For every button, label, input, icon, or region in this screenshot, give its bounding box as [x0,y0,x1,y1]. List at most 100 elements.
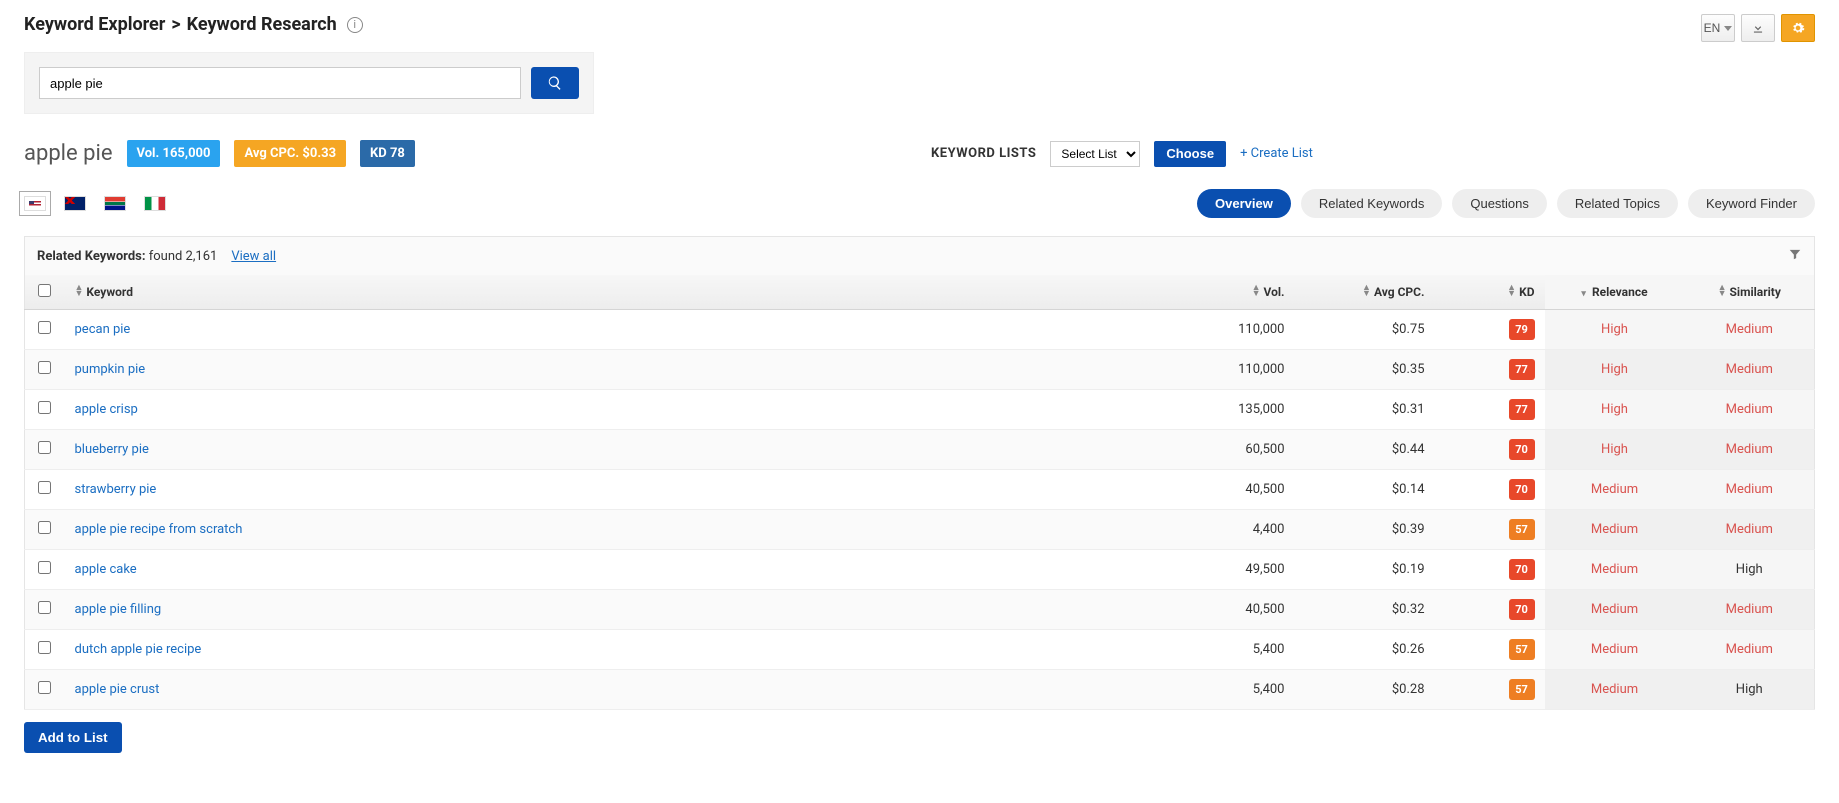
cell-volume: 40,500 [1165,470,1295,510]
breadcrumb-sep: > [171,14,180,35]
keyword-link[interactable]: apple pie crust [75,682,160,697]
cell-relevance: High [1545,430,1685,470]
cell-cpc: $0.26 [1295,630,1435,670]
row-checkbox[interactable] [38,321,51,334]
table-row: blueberry pie60,500$0.4470HighMedium [25,430,1815,470]
cell-relevance: Medium [1545,470,1685,510]
table-row: dutch apple pie recipe5,400$0.2657Medium… [25,630,1815,670]
keyword-link[interactable]: pecan pie [75,322,131,337]
row-checkbox[interactable] [38,521,51,534]
row-checkbox[interactable] [38,481,51,494]
keyword-link[interactable]: apple pie recipe from scratch [75,522,243,537]
cpc-badge: Avg CPC. $0.33 [234,140,346,167]
related-keywords-header: Related Keywords: found 2,161 View all [24,236,1815,275]
breadcrumb-part1: Keyword Explorer [24,14,165,35]
col-cpc[interactable]: ▲▼Avg CPC. [1295,275,1435,310]
cell-relevance: High [1545,350,1685,390]
cell-cpc: $0.35 [1295,350,1435,390]
choose-button[interactable]: Choose [1154,141,1226,167]
related-keywords-title-bold: Related Keywords: [37,249,145,264]
cell-volume: 40,500 [1165,590,1295,630]
keyword-link[interactable]: apple crisp [75,402,138,417]
filter-icon[interactable] [1788,247,1802,265]
tab-related-keywords[interactable]: Related Keywords [1301,189,1443,218]
chevron-down-icon [1724,26,1732,31]
cell-volume: 110,000 [1165,310,1295,350]
cell-volume: 135,000 [1165,390,1295,430]
breadcrumb: Keyword Explorer > Keyword Research i [24,14,363,35]
row-checkbox[interactable] [38,681,51,694]
keyword-link[interactable]: blueberry pie [75,442,149,457]
cell-similarity: Medium [1685,390,1815,430]
cell-relevance: Medium [1545,510,1685,550]
settings-button[interactable] [1781,14,1815,42]
info-icon[interactable]: i [347,17,363,33]
col-similarity[interactable]: ▲▼Similarity [1685,275,1815,310]
keyword-link[interactable]: apple pie filling [75,602,162,617]
cell-cpc: $0.28 [1295,670,1435,710]
cell-volume: 5,400 [1165,630,1295,670]
download-icon [1751,21,1765,35]
add-to-list-button[interactable]: Add to List [24,722,122,753]
search-button[interactable] [531,67,579,99]
cell-relevance: Medium [1545,590,1685,630]
cell-kd: 77 [1435,390,1545,430]
flag-au[interactable] [64,196,86,211]
row-checkbox[interactable] [38,601,51,614]
tab-related-topics[interactable]: Related Topics [1557,189,1678,218]
language-button[interactable]: EN [1701,14,1735,42]
keywords-table: ▲▼Keyword ▲▼Vol. ▲▼Avg CPC. ▲▼KD ▾ Relev… [24,275,1815,710]
cell-cpc: $0.31 [1295,390,1435,430]
cell-kd: 70 [1435,550,1545,590]
keyword-link[interactable]: dutch apple pie recipe [75,642,202,657]
cell-kd: 70 [1435,430,1545,470]
cell-kd: 57 [1435,510,1545,550]
create-list-link[interactable]: + Create List [1240,146,1313,161]
cell-relevance: Medium [1545,550,1685,590]
view-all-link[interactable]: View all [231,249,276,264]
keyword-link[interactable]: strawberry pie [75,482,157,497]
breadcrumb-part2: Keyword Research [187,14,337,35]
keyword-link[interactable]: apple cake [75,562,137,577]
search-input[interactable] [39,67,521,99]
row-checkbox[interactable] [38,361,51,374]
table-row: apple pie recipe from scratch4,400$0.395… [25,510,1815,550]
row-checkbox[interactable] [38,561,51,574]
cell-kd: 79 [1435,310,1545,350]
col-keyword[interactable]: ▲▼Keyword [65,275,1165,310]
flag-za[interactable] [104,196,126,211]
cell-similarity: Medium [1685,630,1815,670]
download-button[interactable] [1741,14,1775,42]
col-relevance[interactable]: ▾ Relevance [1545,275,1685,310]
tab-overview[interactable]: Overview [1197,189,1291,218]
row-checkbox[interactable] [38,641,51,654]
cell-volume: 49,500 [1165,550,1295,590]
cell-relevance: Medium [1545,630,1685,670]
keyword-list-select[interactable]: Select List [1050,141,1140,167]
cell-cpc: $0.14 [1295,470,1435,510]
table-row: apple pie filling40,500$0.3270MediumMedi… [25,590,1815,630]
table-row: pumpkin pie110,000$0.3577HighMedium [25,350,1815,390]
cell-similarity: High [1685,670,1815,710]
col-volume[interactable]: ▲▼Vol. [1165,275,1295,310]
cell-volume: 110,000 [1165,350,1295,390]
cell-kd: 77 [1435,350,1545,390]
select-all-checkbox[interactable] [38,284,51,297]
tab-keyword-finder[interactable]: Keyword Finder [1688,189,1815,218]
cell-similarity: Medium [1685,470,1815,510]
cell-volume: 5,400 [1165,670,1295,710]
row-checkbox[interactable] [38,441,51,454]
search-block [24,52,594,114]
row-checkbox[interactable] [38,401,51,414]
keyword-lists-label: KEYWORD LISTS [931,146,1036,161]
language-label: EN [1704,21,1721,35]
view-tabs: Overview Related Keywords Questions Related… [1197,189,1815,218]
tab-questions[interactable]: Questions [1452,189,1547,218]
col-kd[interactable]: ▲▼KD [1435,275,1545,310]
cell-cpc: $0.44 [1295,430,1435,470]
table-row: apple pie crust5,400$0.2857MediumHigh [25,670,1815,710]
keyword-link[interactable]: pumpkin pie [75,362,146,377]
cell-cpc: $0.32 [1295,590,1435,630]
flag-us[interactable] [24,196,46,211]
flag-it[interactable] [144,196,166,211]
